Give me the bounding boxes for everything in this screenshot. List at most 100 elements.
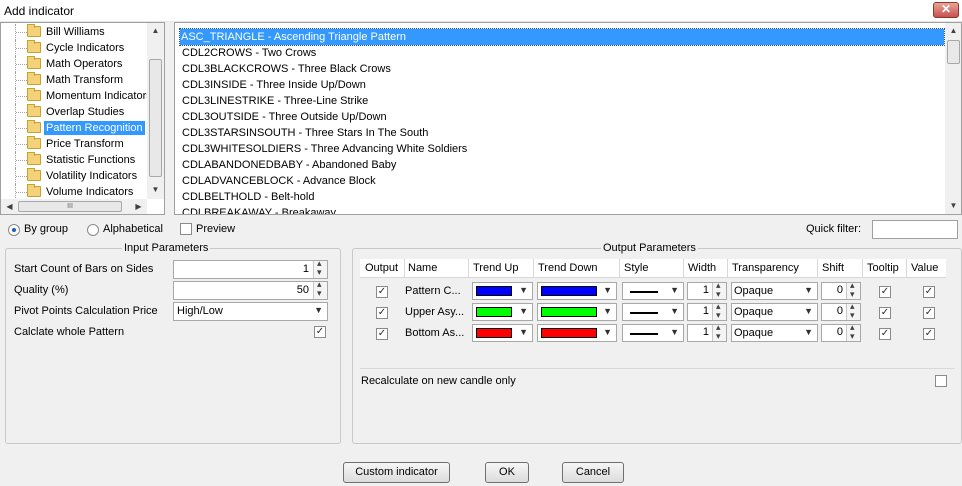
pattern-list-item[interactable]: CDLABANDONEDBABY - Abandoned Baby (181, 157, 396, 173)
output-checkbox[interactable]: ✓ (376, 286, 388, 298)
line-style-select[interactable]: ▼ (622, 282, 684, 300)
cancel-button[interactable]: Cancel (562, 462, 624, 483)
transparency-select[interactable]: Opaque ▼ (731, 303, 818, 321)
tree-horizontal-scrollbar[interactable]: ◀ III ▶ (1, 199, 147, 214)
spinner-icon[interactable] (712, 301, 726, 321)
pattern-scroll-thumb[interactable] (947, 40, 960, 64)
width-spinner[interactable]: 1 (687, 280, 727, 300)
quality-spinner[interactable]: 50 (173, 279, 328, 300)
line-style-select[interactable]: ▼ (622, 303, 684, 321)
close-icon[interactable]: ✕ (933, 2, 959, 18)
pattern-list-item[interactable]: CDLBELTHOLD - Belt-hold (181, 189, 314, 205)
tree-scroll-thumb[interactable] (149, 59, 162, 177)
pattern-list-scrollbar[interactable]: ▲ ▼ (945, 23, 961, 214)
transparency-select[interactable]: Opaque ▼ (731, 282, 818, 300)
scroll-up-icon[interactable]: ▲ (945, 23, 961, 39)
transparency-select[interactable]: Opaque ▼ (731, 324, 818, 342)
preview-label[interactable]: Preview (196, 223, 235, 236)
tree-item[interactable]: Volatility Indicators (1, 168, 147, 184)
pattern-list-item[interactable]: CDLADVANCEBLOCK - Advance Block (181, 173, 376, 189)
value-checkbox[interactable]: ✓ (923, 286, 935, 298)
tree-item[interactable]: Overlap Studies (1, 104, 147, 120)
spinner-icon[interactable] (846, 322, 860, 342)
shift-spinner[interactable]: 0 (821, 322, 861, 342)
trend-down-color-picker[interactable]: ▼ (537, 282, 617, 300)
pattern-list-item[interactable]: CDLBREAKAWAY - Breakaway (181, 205, 336, 214)
category-tree[interactable]: Bill Williams Cycle Indicators Math Operat… (0, 22, 165, 215)
spinner-icon[interactable] (712, 280, 726, 300)
tree-item[interactable]: Math Operators (1, 56, 147, 72)
column-header[interactable]: Shift (822, 262, 844, 274)
line-style-sample (630, 312, 658, 314)
width-spinner[interactable]: 1 (687, 301, 727, 321)
scroll-right-icon[interactable]: ▶ (130, 199, 147, 214)
spinner-icon[interactable] (846, 301, 860, 321)
tree-item[interactable]: Math Transform (1, 72, 147, 88)
column-header[interactable]: Style (624, 262, 648, 274)
scroll-down-icon[interactable]: ▼ (147, 182, 164, 198)
pivot-price-select[interactable]: High/Low ▼ (173, 302, 328, 321)
tree-item[interactable]: Cycle Indicators (1, 40, 147, 56)
by-group-radio[interactable] (8, 224, 20, 236)
scroll-left-icon[interactable]: ◀ (1, 199, 18, 214)
column-header[interactable]: Trend Up (473, 262, 518, 274)
column-header[interactable]: Width (688, 262, 716, 274)
value-checkbox[interactable]: ✓ (923, 328, 935, 340)
trend-down-color-picker[interactable]: ▼ (537, 324, 617, 342)
pattern-list-item[interactable]: CDL3BLACKCROWS - Three Black Crows (181, 61, 391, 77)
shift-spinner[interactable]: 0 (821, 301, 861, 321)
value-checkbox[interactable]: ✓ (923, 307, 935, 319)
start-count-spinner[interactable]: 1 (173, 258, 328, 279)
column-separator (906, 259, 907, 278)
tree-item[interactable]: Bill Williams (1, 24, 147, 40)
tree-item[interactable]: Price Transform (1, 136, 147, 152)
ok-button[interactable]: OK (485, 462, 529, 483)
tooltip-checkbox[interactable]: ✓ (879, 328, 891, 340)
column-header[interactable]: Tooltip (867, 262, 899, 274)
tree-item[interactable]: Volume Indicators (1, 184, 147, 199)
recalc-new-candle-checkbox[interactable] (935, 375, 947, 387)
pattern-list[interactable]: ▲ ▼ ASC_TRIANGLE - Ascending Triangle Pa… (174, 22, 962, 215)
tree-item[interactable]: Statistic Functions (1, 152, 147, 168)
output-checkbox[interactable]: ✓ (376, 307, 388, 319)
tree-hscroll-thumb[interactable]: III (18, 201, 122, 212)
tooltip-checkbox[interactable]: ✓ (879, 286, 891, 298)
alphabetical-label[interactable]: Alphabetical (103, 223, 163, 236)
output-checkbox[interactable]: ✓ (376, 328, 388, 340)
pattern-list-item[interactable]: CDL3STARSINSOUTH - Three Stars In The So… (181, 125, 428, 141)
column-header[interactable]: Trend Down (538, 262, 598, 274)
width-spinner[interactable]: 1 (687, 322, 727, 342)
spinner-icon[interactable] (712, 322, 726, 342)
scroll-up-icon[interactable]: ▲ (147, 23, 164, 39)
calc-whole-pattern-checkbox[interactable]: ✓ (314, 326, 326, 338)
tree-item[interactable]: Pattern Recognition (1, 120, 147, 136)
pattern-list-item[interactable]: CDL3INSIDE - Three Inside Up/Down (181, 77, 366, 93)
alphabetical-radio[interactable] (87, 224, 99, 236)
line-style-select[interactable]: ▼ (622, 324, 684, 342)
scroll-down-icon[interactable]: ▼ (945, 198, 961, 214)
pattern-list-item[interactable]: CDL3LINESTRIKE - Three-Line Strike (181, 93, 368, 109)
custom-indicator-button[interactable]: Custom indicator (343, 462, 450, 483)
trend-down-color-picker[interactable]: ▼ (537, 303, 617, 321)
column-header[interactable]: Name (408, 262, 437, 274)
pattern-list-item[interactable]: CDL3OUTSIDE - Three Outside Up/Down (181, 109, 387, 125)
trend-up-color-picker[interactable]: ▼ (472, 303, 533, 321)
spinner-icon[interactable] (313, 279, 327, 299)
spinner-icon[interactable] (313, 258, 327, 278)
tooltip-checkbox[interactable]: ✓ (879, 307, 891, 319)
preview-checkbox[interactable] (180, 223, 192, 235)
column-header[interactable]: Value (911, 262, 938, 274)
tree-item[interactable]: Momentum Indicators (1, 88, 147, 104)
column-header[interactable]: Output (365, 262, 398, 274)
pattern-list-item[interactable]: CDL3WHITESOLDIERS - Three Advancing Whit… (181, 141, 467, 157)
pattern-list-item[interactable]: CDL2CROWS - Two Crows (181, 45, 316, 61)
trend-up-color-picker[interactable]: ▼ (472, 324, 533, 342)
by-group-label[interactable]: By group (24, 223, 68, 236)
tree-vertical-scrollbar[interactable]: ▲ ▼ (147, 23, 164, 199)
trend-up-color-picker[interactable]: ▼ (472, 282, 533, 300)
pattern-list-item[interactable]: ASC_TRIANGLE - Ascending Triangle Patter… (179, 28, 945, 46)
spinner-icon[interactable] (846, 280, 860, 300)
column-header[interactable]: Transparency (732, 262, 799, 274)
shift-spinner[interactable]: 0 (821, 280, 861, 300)
quick-filter-input[interactable] (872, 220, 958, 239)
